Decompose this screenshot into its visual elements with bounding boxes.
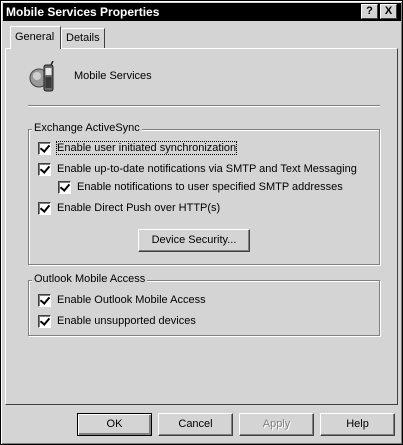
smtp-notifications-label: Enable up-to-date notifications via SMTP… (57, 163, 357, 175)
help-icon: ? (366, 5, 373, 17)
user-sync-label: Enable user initiated synchronization (55, 141, 238, 155)
header-divider (28, 105, 380, 107)
ok-button[interactable]: OK (77, 413, 152, 436)
oma-group-label: Outlook Mobile Access (32, 273, 148, 285)
help-button[interactable]: Help (320, 413, 395, 436)
properties-dialog: Mobile Services Properties ? X General D… (0, 0, 403, 445)
smtp-notifications-checkbox[interactable] (38, 162, 51, 176)
help-title-button[interactable]: ? (361, 4, 378, 19)
tab-general[interactable]: General (10, 26, 61, 49)
cancel-button[interactable]: Cancel (158, 413, 233, 436)
apply-label: Apply (262, 418, 291, 430)
user-smtp-checkbox[interactable] (58, 180, 71, 194)
apply-button[interactable]: Apply (239, 413, 314, 436)
option-oma[interactable]: Enable Outlook Mobile Access (38, 292, 206, 308)
device-security-label: Device Security... (151, 234, 237, 246)
unsupported-devices-label: Enable unsupported devices (57, 315, 196, 327)
direct-push-checkbox[interactable] (38, 201, 51, 215)
help-label: Help (346, 418, 369, 430)
close-title-button[interactable]: X (380, 4, 397, 19)
activesync-group-label: Exchange ActiveSync (32, 122, 142, 134)
window-title: Mobile Services Properties (6, 5, 160, 19)
mobile-phone-icon (29, 61, 54, 92)
device-security-button[interactable]: Device Security... (138, 229, 250, 252)
tab-general-label: General (15, 31, 55, 43)
option-direct-push[interactable]: Enable Direct Push over HTTP(s) (38, 200, 220, 216)
user-sync-checkbox[interactable] (38, 141, 51, 155)
option-smtp-notifications[interactable]: Enable up-to-date notifications via SMTP… (38, 161, 357, 177)
unsupported-devices-checkbox[interactable] (38, 314, 51, 328)
tab-details[interactable]: Details (61, 28, 105, 48)
oma-label: Enable Outlook Mobile Access (57, 294, 206, 306)
cancel-label: Cancel (178, 418, 213, 430)
user-smtp-label: Enable notifications to user specified S… (77, 181, 343, 193)
tab-details-label: Details (66, 32, 100, 44)
direct-push-label: Enable Direct Push over HTTP(s) (57, 202, 221, 214)
oma-checkbox[interactable] (38, 293, 51, 307)
option-unsupported-devices[interactable]: Enable unsupported devices (38, 313, 196, 329)
title-bar: Mobile Services Properties ? X (3, 3, 401, 21)
service-name: Mobile Services (74, 70, 152, 82)
option-user-smtp[interactable]: Enable notifications to user specified S… (58, 179, 343, 195)
close-icon: X (384, 5, 393, 17)
option-user-sync[interactable]: Enable user initiated synchronization (38, 140, 238, 156)
ok-label: OK (106, 418, 123, 430)
